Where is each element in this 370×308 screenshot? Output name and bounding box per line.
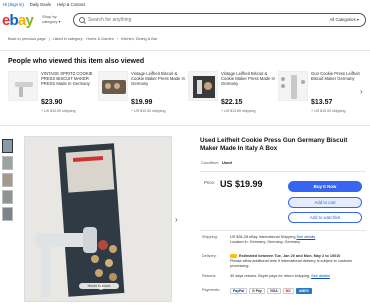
- product-title: Vintage Leifheit Biscuit & Cookie Maker …: [131, 71, 185, 86]
- product-title: VINTAGE SPRITZ COOKIE PRESS BISCUIT MAKE…: [41, 71, 93, 86]
- product-shipping: + US $10.00 shipping: [41, 109, 76, 113]
- payments-label: Payments:: [202, 288, 220, 292]
- breadcrumb: Back to previous page | Listed in catego…: [8, 37, 157, 41]
- mastercard-icon: MC: [282, 288, 294, 294]
- google-pay-icon: G Pay: [249, 288, 265, 294]
- related-item-card[interactable]: Gun Cookie Press Leifheit Biscuit Maker …: [278, 71, 368, 123]
- product-photo: [25, 137, 171, 301]
- carousel-next-icon[interactable]: ›: [360, 87, 363, 96]
- gallery-thumbnail[interactable]: [2, 207, 13, 221]
- product-thumbnail: [98, 71, 128, 101]
- buy-it-now-button[interactable]: Buy It Now: [288, 181, 362, 192]
- divider: [200, 230, 366, 231]
- shop-by-category-button[interactable]: Shop by category ▾: [42, 14, 70, 24]
- product-shipping: + US $12.00 shipping: [131, 109, 166, 113]
- separator: |: [48, 37, 50, 41]
- condition-row: Condition: Used: [201, 160, 232, 165]
- product-thumbnail: [8, 71, 38, 101]
- header: ebay Shop by category ▾ All Categories ▾: [0, 11, 370, 31]
- paypal-icon: PayPal: [230, 288, 248, 294]
- delivery-label: Delivery:: [202, 254, 217, 258]
- back-link[interactable]: Back to previous page: [8, 37, 46, 41]
- product-price: $19.99: [131, 99, 153, 106]
- product-price: $13.57: [311, 99, 333, 106]
- amex-icon: AMEX: [295, 288, 312, 294]
- product-title: Gun Cookie Press Leifheit Biscuit Maker …: [311, 71, 360, 81]
- chevron-down-icon: ▾: [58, 18, 61, 24]
- item-title: Used Leifheit Cookie Press Gun Germany B…: [200, 137, 348, 152]
- gallery-thumbnail[interactable]: [2, 139, 13, 153]
- delivery-estimate: Estimated between Tue, Jan 20 and Mon, M…: [239, 254, 341, 258]
- returns-details-link[interactable]: See details: [311, 274, 330, 278]
- product-price: $23.90: [41, 99, 63, 106]
- shipping-row: Shipping: US $34.28 eBay International S…: [200, 235, 366, 249]
- price-label: Price:: [204, 180, 216, 185]
- truck-icon: [230, 254, 237, 258]
- sign-in-link[interactable]: Hi (Sign in): [3, 2, 24, 7]
- visa-icon: VISA: [266, 288, 281, 294]
- listed-in-label: Listed in category:: [52, 37, 84, 41]
- ebay-logo[interactable]: ebay: [2, 12, 34, 29]
- breadcrumb-home-garden[interactable]: Home & Garden: [86, 37, 113, 41]
- shop-by-label: Shop by category: [42, 14, 58, 24]
- shipping-label: Shipping:: [202, 235, 218, 239]
- item-info-panel: Used Leifheit Cookie Press Gun Germany B…: [200, 137, 366, 294]
- top-links-bar: Hi (Sign in) Daily Deals Help & Contact: [0, 0, 370, 9]
- returns-label: Returns:: [202, 274, 217, 278]
- search-input[interactable]: [88, 17, 288, 23]
- zoom-hint: Hover to zoom: [79, 283, 119, 289]
- payment-methods: PayPal G Pay VISA MC AMEX: [230, 288, 364, 294]
- related-item-card[interactable]: Vintage Leifheit Biscuit & Cookie Maker …: [98, 71, 188, 123]
- item-price: US $19.99: [220, 179, 263, 189]
- delivery-row: Delivery: Estimated between Tue, Jan 20 …: [200, 254, 366, 268]
- divider: [200, 171, 366, 172]
- product-thumbnail: [188, 71, 218, 101]
- next-image-icon[interactable]: ›: [175, 215, 178, 224]
- product-shipping: + US $10.00 shipping: [311, 109, 346, 113]
- shipping-details-link[interactable]: See details: [297, 235, 316, 239]
- condition-label: Condition:: [201, 160, 220, 165]
- main-product-image[interactable]: Hover to zoom: [24, 136, 172, 302]
- section-title: People who viewed this item also viewed: [8, 58, 145, 65]
- daily-deals-link[interactable]: Daily Deals: [30, 2, 51, 7]
- people-also-viewed-section: People who viewed this item also viewed …: [0, 50, 370, 126]
- category-select[interactable]: All Categories ▾: [330, 17, 359, 22]
- gallery-thumbnail[interactable]: [2, 156, 13, 170]
- product-thumbnail: [278, 71, 308, 101]
- related-item-card[interactable]: Vintage Leifheit Biscuit & Cookie Maker …: [188, 71, 278, 123]
- breadcrumb-kitchen[interactable]: Kitchen, Dining & Bar: [121, 37, 157, 41]
- product-price: $22.15: [221, 99, 243, 106]
- search-bar: All Categories ▾: [73, 13, 366, 27]
- item-location: Located in: Germany, Germany, Germany: [230, 239, 301, 244]
- shipping-value: US $34.28 eBay International Shipping: [230, 235, 296, 239]
- help-contact-link[interactable]: Help & Contact: [57, 2, 85, 7]
- related-item-card[interactable]: VINTAGE SPRITZ COOKIE PRESS BISCUIT MAKE…: [8, 71, 98, 123]
- returns-value: 30 days returns. Buyer pays for return s…: [230, 274, 310, 278]
- add-to-cart-button[interactable]: Add to cart: [288, 197, 362, 208]
- thumbnail-strip: [2, 139, 14, 224]
- condition-value: Used: [222, 160, 232, 165]
- payments-row: Payments: PayPal G Pay VISA MC AMEX: [200, 288, 366, 296]
- gallery-thumbnail[interactable]: [2, 173, 13, 187]
- returns-row: Returns: 30 days returns. Buyer pays for…: [200, 274, 366, 280]
- search-icon: [79, 17, 85, 23]
- gallery-thumbnail[interactable]: [2, 190, 13, 204]
- product-title: Vintage Leifheit Biscuit & Cookie Maker …: [221, 71, 275, 86]
- product-shipping: + US $13.80 shipping: [221, 109, 256, 113]
- delivery-note: Please allow additional time if internat…: [230, 258, 352, 268]
- separator: ›: [116, 37, 119, 41]
- add-to-watchlist-button[interactable]: Add to watchlist: [288, 212, 362, 223]
